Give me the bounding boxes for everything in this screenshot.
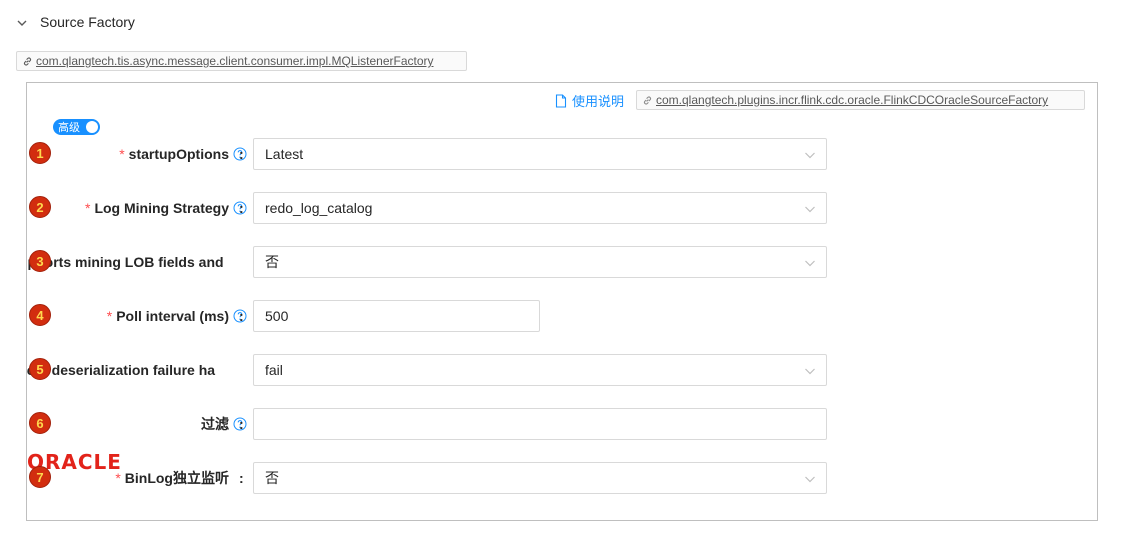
advanced-toggle[interactable]: 高级 — [53, 119, 100, 135]
form-row-log-mining-strategy: * Log Mining Strategy : 2 redo_log_catal… — [27, 192, 1097, 224]
step-badge: 2 — [29, 196, 51, 218]
section-title: Source Factory — [40, 14, 135, 30]
label-colon: : — [239, 308, 244, 324]
required-mark: * — [115, 470, 121, 486]
form-row-startup-options: * startupOptions : 1 Latest — [27, 138, 1097, 170]
source-factory-class-tag[interactable]: com.qlangtech.plugins.incr.flink.cdc.ora… — [636, 90, 1085, 110]
form-row-filter: 过滤 : 6 — [27, 408, 1097, 440]
field-label-text: startupOptions — [128, 146, 229, 162]
label-colon: : — [239, 470, 244, 486]
step-badge: 6 — [29, 412, 51, 434]
log-mining-strategy-select[interactable]: redo_log_catalog — [253, 192, 827, 224]
label-colon: : — [239, 146, 244, 162]
select-value: fail — [265, 362, 283, 378]
chevron-down-icon — [804, 365, 816, 377]
field-label: * BinLog独立监听 — [27, 462, 247, 494]
chevron-down-icon — [804, 473, 816, 485]
label-colon: : — [239, 416, 244, 432]
field-label-text: 过滤 — [201, 416, 229, 432]
usage-help-label: 使用说明 — [572, 94, 625, 109]
link-icon — [642, 95, 653, 106]
field-label-text: vent deserialization failure ha — [27, 362, 216, 378]
listener-factory-class-name: com.qlangtech.tis.async.message.client.c… — [36, 54, 434, 68]
lob-fields-select[interactable]: 否 — [253, 246, 827, 278]
label-colon: : — [239, 200, 244, 216]
field-label: 过滤 — [27, 408, 247, 440]
document-icon — [555, 93, 567, 108]
chevron-down-icon — [804, 149, 816, 161]
usage-help-link[interactable]: 使用说明 — [555, 91, 624, 110]
step-badge: 5 — [29, 358, 51, 380]
step-badge: 1 — [29, 142, 51, 164]
deserialization-failure-select[interactable]: fail — [253, 354, 827, 386]
chevron-down-icon — [804, 257, 816, 269]
field-label: * Poll interval (ms) — [27, 300, 247, 332]
form-row-poll-interval: * Poll interval (ms) : 4 500 — [27, 300, 1097, 332]
link-icon — [22, 56, 33, 67]
field-label: vent deserialization failure ha — [27, 354, 247, 386]
section-header: Source Factory — [0, 0, 1123, 46]
field-label: upports mining LOB fields and — [27, 246, 247, 278]
poll-interval-input[interactable]: 500 — [253, 300, 540, 332]
listener-factory-class-tag[interactable]: com.qlangtech.tis.async.message.client.c… — [16, 51, 467, 71]
select-value: Latest — [265, 146, 304, 162]
binlog-listen-select[interactable]: 否 — [253, 462, 827, 494]
chevron-down-icon[interactable] — [12, 13, 32, 33]
source-factory-panel: 使用说明 com.qlangtech.plugins.incr.flink.cd… — [26, 82, 1098, 521]
step-badge: 4 — [29, 304, 51, 326]
select-value: 否 — [265, 254, 279, 270]
form-row-binlog: * BinLog独立监听 : 7 否 — [27, 462, 1097, 494]
filter-input[interactable] — [253, 408, 827, 440]
field-label-text: Poll interval (ms) — [116, 308, 229, 324]
field-label: * startupOptions — [27, 138, 247, 170]
chevron-down-icon — [804, 203, 816, 215]
select-value: redo_log_catalog — [265, 200, 373, 216]
source-factory-class-name: com.qlangtech.plugins.incr.flink.cdc.ora… — [656, 93, 1049, 107]
step-badge: 3 — [29, 250, 51, 272]
toggle-knob — [86, 121, 98, 133]
input-value: 500 — [265, 308, 289, 324]
form-row-lob-fields: upports mining LOB fields and 3 否 — [27, 246, 1097, 278]
required-mark: * — [84, 200, 91, 216]
select-value: 否 — [265, 470, 279, 486]
startup-options-select[interactable]: Latest — [253, 138, 827, 170]
field-label-text: upports mining LOB fields and — [27, 254, 224, 270]
field-label-text: BinLog独立监听 — [124, 470, 229, 486]
field-label: * Log Mining Strategy — [27, 192, 247, 224]
form-row-deserialization-failure: vent deserialization failure ha 5 fail — [27, 354, 1097, 386]
required-mark: * — [106, 308, 113, 324]
advanced-toggle-label: 高级 — [58, 122, 80, 134]
required-mark: * — [119, 146, 125, 162]
field-label-text: Log Mining Strategy — [94, 200, 229, 216]
step-badge: 7 — [29, 466, 51, 488]
